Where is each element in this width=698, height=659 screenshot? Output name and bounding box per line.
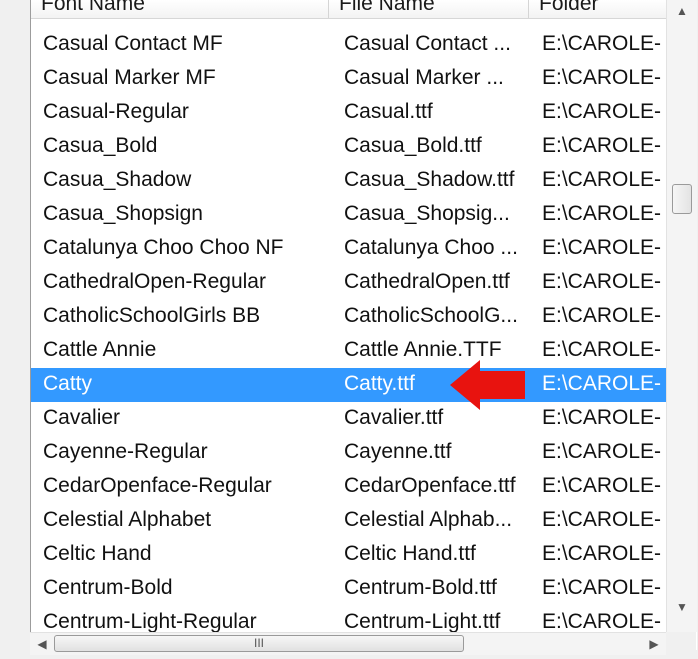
column-header-file-name[interactable]: File Name	[329, 0, 529, 18]
font-name-cell: CatholicSchoolGirls BB	[43, 304, 261, 327]
folder-cell: E:\CAROLE-	[542, 66, 662, 89]
file-name-cell: CatholicSchoolG...	[344, 304, 518, 327]
file-name-cell: Casual Contact ...	[344, 32, 511, 55]
file-name-cell: Casua_Bold.ttf	[344, 134, 482, 157]
font-name-cell: CedarOpenface-Regular	[43, 474, 272, 497]
folder-cell: E:\CAROLE-	[542, 474, 662, 497]
font-name-cell: Cattle Annie	[43, 338, 157, 361]
table-row[interactable]: Catalunya Choo Choo NF Catalunya Choo ...…	[31, 232, 667, 266]
font-name-cell: Casua_Bold	[43, 134, 158, 157]
table-row[interactable]: Cayenne-Regular Cayenne.ttf E:\CAROLE-	[31, 436, 667, 470]
vertical-scrollbar[interactable]: ▲ ▼	[666, 0, 697, 632]
table-row[interactable]: Casual-Regular Casual.ttf E:\CAROLE-	[31, 96, 667, 130]
font-name-cell: CathedralOpen-Regular	[43, 270, 266, 293]
font-name-cell: Centrum-Light-Regular	[43, 610, 257, 632]
folder-cell: E:\CAROLE-	[542, 236, 662, 259]
file-name-cell: Catalunya Choo ...	[344, 236, 518, 259]
folder-cell: E:\CAROLE-	[542, 610, 662, 632]
font-name-cell: Catalunya Choo Choo NF	[43, 236, 284, 259]
vertical-scroll-thumb[interactable]	[672, 184, 692, 214]
table-row[interactable]: Celtic Hand Celtic Hand.ttf E:\CAROLE-	[31, 538, 667, 572]
table-row[interactable]: Celestial Alphabet Celestial Alphab... E:\…	[31, 504, 667, 538]
font-name-cell: Casual Contact MF	[43, 32, 223, 55]
font-name-cell: Cayenne-Regular	[43, 440, 208, 463]
thumb-grip-icon: III	[253, 636, 264, 650]
table-row[interactable]: Centrum-Light-Regular Centrum-Light.ttf E:…	[31, 606, 667, 632]
table-row[interactable]: Casual Marker MF Casual Marker ... E:\CARO…	[31, 62, 667, 96]
file-name-cell: Cattle Annie.TTF	[344, 338, 502, 361]
file-name-cell: CedarOpenface.ttf	[344, 474, 516, 497]
table-row[interactable]: CathedralOpen-Regular CathedralOpen.ttf E:…	[31, 266, 667, 300]
folder-cell: E:\CAROLE-	[542, 134, 662, 157]
font-name-cell: Casual Marker MF	[43, 66, 216, 89]
file-name-cell: Casua_Shopsig...	[344, 202, 510, 225]
file-name-cell: Centrum-Bold.ttf	[344, 576, 497, 599]
table-row[interactable]: Casua_Bold Casua_Bold.ttf E:\CAROLE-	[31, 130, 667, 164]
file-name-cell: Centrum-Light.ttf	[344, 610, 501, 632]
table-row[interactable]: Casua_Shadow Casua_Shadow.ttf E:\CAROLE-	[31, 164, 667, 198]
font-name-cell: Casua_Shadow	[43, 168, 192, 191]
font-name-cell: Centrum-Bold	[43, 576, 173, 599]
file-name-cell: Celtic Hand.ttf	[344, 542, 476, 565]
folder-cell: E:\CAROLE-	[542, 542, 662, 565]
table-row[interactable]: Cattle Annie Cattle Annie.TTF E:\CAROLE-	[31, 334, 667, 368]
scroll-down-arrow-icon[interactable]: ▼	[667, 596, 697, 618]
folder-cell: E:\CAROLE-	[542, 32, 662, 55]
folder-cell: E:\CAROLE-	[542, 440, 662, 463]
scroll-left-arrow-icon[interactable]: ◀	[30, 633, 54, 655]
column-header-bar: Font Name File Name Folder	[31, 0, 667, 19]
table-row[interactable]: CedarOpenface-Regular CedarOpenface.ttf E:…	[31, 470, 667, 504]
table-row[interactable]: Centrum-Bold Centrum-Bold.ttf E:\CAROLE-	[31, 572, 667, 606]
table-row[interactable]: Casua_Shopsign Casua_Shopsig... E:\CAROLE-	[31, 198, 667, 232]
font-name-cell: Celtic Hand	[43, 542, 152, 565]
folder-cell: E:\CAROLE-	[542, 168, 662, 191]
horizontal-scrollbar[interactable]: ◀ III ▶	[30, 632, 666, 655]
font-name-cell: Catty	[43, 372, 93, 395]
scroll-right-arrow-icon[interactable]: ▶	[642, 633, 666, 655]
font-name-cell: Cavalier	[43, 406, 121, 429]
folder-cell: E:\CAROLE-	[542, 508, 662, 531]
file-name-cell: Casua_Shadow.ttf	[344, 168, 515, 191]
font-list-view[interactable]: Font Name File Name Folder Casual Contac…	[30, 0, 697, 650]
folder-cell: E:\CAROLE-	[542, 304, 662, 327]
file-name-cell: CathedralOpen.ttf	[344, 270, 510, 293]
font-name-cell: Casual-Regular	[43, 100, 189, 123]
file-name-cell: Casual Marker ...	[344, 66, 504, 89]
folder-cell: E:\CAROLE-	[542, 270, 662, 293]
horizontal-scroll-thumb[interactable]: III	[54, 635, 464, 652]
folder-cell: E:\CAROLE-	[542, 406, 662, 429]
font-name-cell: Celestial Alphabet	[43, 508, 212, 531]
column-header-folder[interactable]: Folder	[529, 0, 667, 18]
red-arrow-icon	[450, 360, 525, 410]
file-name-cell: Celestial Alphab...	[344, 508, 513, 531]
folder-cell: E:\CAROLE-	[542, 338, 662, 361]
table-row[interactable]: Cavalier Cavalier.ttf E:\CAROLE-	[31, 402, 667, 436]
table-row-selected[interactable]: Catty Catty.ttf E:\CAROLE-	[31, 368, 667, 402]
folder-cell: E:\CAROLE-	[542, 202, 662, 225]
table-row[interactable]: CatholicSchoolGirls BB CatholicSchoolG...…	[31, 300, 667, 334]
folder-cell: E:\CAROLE-	[542, 576, 662, 599]
folder-cell: E:\CAROLE-	[542, 100, 662, 123]
column-header-font-name[interactable]: Font Name	[31, 0, 329, 18]
font-name-cell: Casua_Shopsign	[43, 202, 203, 225]
folder-cell: E:\CAROLE-	[542, 372, 662, 395]
scroll-up-arrow-icon[interactable]: ▲	[667, 0, 697, 22]
file-name-cell: Cayenne.ttf	[344, 440, 452, 463]
dialog-frame: Font Name File Name Folder Casual Contac…	[0, 0, 698, 659]
file-name-cell: Casual.ttf	[344, 100, 433, 123]
table-row[interactable]: Casual Contact MF Casual Contact ... E:\CA…	[31, 28, 667, 62]
scrollbar-corner	[666, 632, 696, 654]
font-rows: Casual Contact MF Casual Contact ... E:\CA…	[31, 28, 667, 632]
